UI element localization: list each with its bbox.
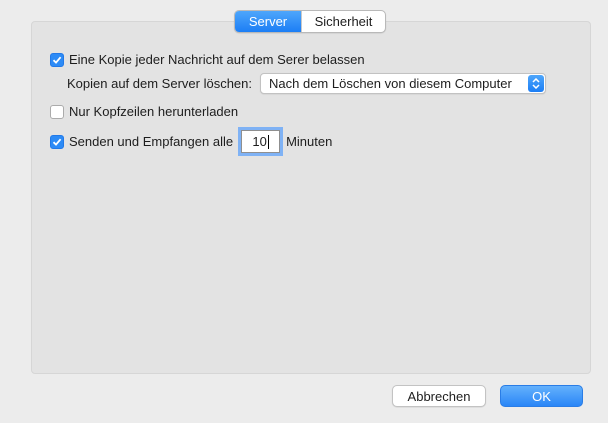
checkmark-icon xyxy=(52,138,62,146)
send-receive-checkbox[interactable] xyxy=(50,134,64,149)
delete-copies-select[interactable]: Nach dem Löschen von diesem Computer xyxy=(260,73,546,94)
checkmark-icon xyxy=(52,56,62,64)
ok-button[interactable]: OK xyxy=(500,385,583,407)
interval-minutes-value: 10 xyxy=(252,134,267,149)
headers-only-checkbox[interactable] xyxy=(50,104,64,119)
keep-copy-label: Eine Kopie jeder Nachricht auf dem Serer… xyxy=(69,52,365,67)
tab-bar: Server Sicherheit xyxy=(234,10,386,33)
tab-server[interactable]: Server xyxy=(235,11,301,32)
select-arrows-icon xyxy=(528,75,544,92)
headers-only-row: Nur Kopfzeilen herunterladen xyxy=(50,104,238,119)
keep-copy-checkbox[interactable] xyxy=(50,52,64,67)
interval-minutes-field[interactable]: 10 xyxy=(238,127,284,156)
headers-only-label: Nur Kopfzeilen herunterladen xyxy=(69,104,239,119)
send-receive-row: Senden und Empfangen alle 10 Minuten xyxy=(50,127,333,156)
text-caret xyxy=(267,134,269,149)
cancel-button[interactable]: Abbrechen xyxy=(392,385,486,407)
tab-security[interactable]: Sicherheit xyxy=(301,11,385,32)
delete-copies-row: Kopien auf dem Server löschen: Nach dem … xyxy=(67,73,546,94)
delete-copies-value: Nach dem Löschen von diesem Computer xyxy=(269,76,512,91)
keep-copy-row: Eine Kopie jeder Nachricht auf dem Serer… xyxy=(50,52,365,67)
send-receive-label: Senden und Empfangen alle xyxy=(69,134,234,149)
minutes-unit-label: Minuten xyxy=(286,134,333,149)
delete-copies-label: Kopien auf dem Server löschen: xyxy=(67,76,252,91)
settings-panel: Eine Kopie jeder Nachricht auf dem Serer… xyxy=(31,21,591,374)
